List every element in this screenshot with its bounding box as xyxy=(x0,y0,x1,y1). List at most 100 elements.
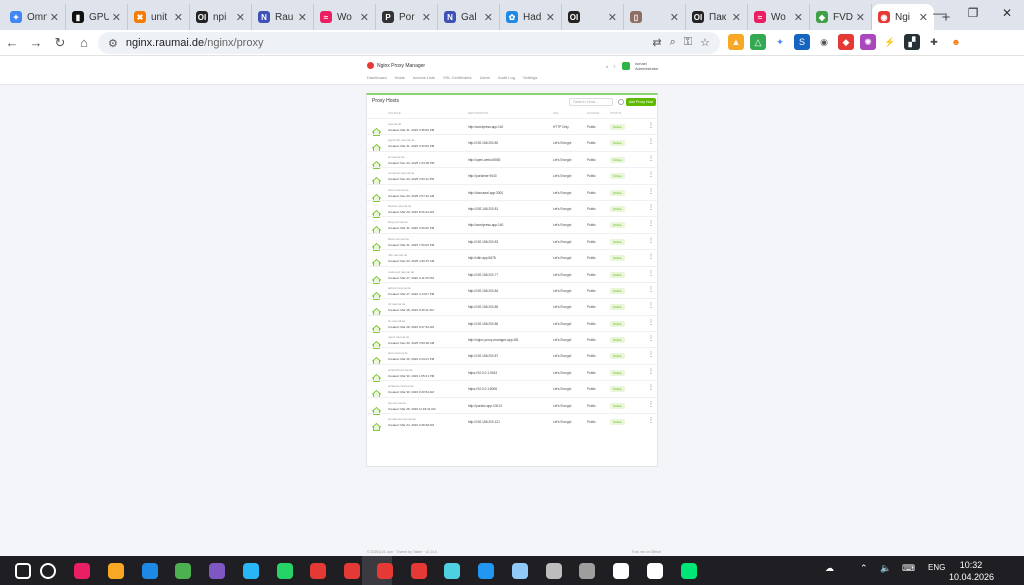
host-source[interactable]: n8n.raumai.de xyxy=(388,253,407,257)
zoom-icon[interactable]: ⌕ xyxy=(670,36,676,49)
search-icon[interactable] xyxy=(40,563,56,579)
tab-close-icon[interactable]: ✕ xyxy=(546,11,555,24)
language-indicator[interactable]: ENG xyxy=(928,563,945,572)
host-source[interactable]: sb.raumai.de xyxy=(388,319,405,323)
table-row[interactable]: flows.raumai.de Created: Mar 31, 2026 7:0… xyxy=(367,232,657,251)
extension-icon[interactable]: ▲ xyxy=(728,34,744,50)
host-source[interactable]: ai.raumai.de xyxy=(388,155,405,159)
host-source[interactable]: flowise.raumai.de xyxy=(388,204,411,208)
table-row[interactable]: wp.raumai.de Created: Mar 28, 2026 11:18:… xyxy=(367,396,657,415)
tab-close-icon[interactable]: ✕ xyxy=(422,11,431,24)
volume-icon[interactable]: 🔈 xyxy=(880,563,891,574)
chrome-icon[interactable] xyxy=(344,563,360,579)
header-user[interactable]: ◐ ☾ Ismael Administrator xyxy=(606,61,659,71)
viber-icon[interactable] xyxy=(209,563,225,579)
tray-chevron-icon[interactable]: ⌃ xyxy=(860,563,868,574)
browser-tab[interactable]: OI Пак ✕ xyxy=(686,4,748,30)
t-app-icon[interactable] xyxy=(613,563,629,579)
extension-icon[interactable]: ◆ xyxy=(838,34,854,50)
nav-item[interactable]: SSL Certificates xyxy=(443,75,472,80)
restore-icon[interactable]: ❐ xyxy=(956,6,990,20)
tab-close-icon[interactable]: ✕ xyxy=(360,11,369,24)
tab-close-icon[interactable]: ✕ xyxy=(236,11,245,24)
browser-tab[interactable]: ✖ unit ✕ xyxy=(128,4,190,30)
search-input[interactable]: Search Host… xyxy=(569,98,613,106)
app-icon[interactable] xyxy=(579,563,595,579)
extension-icon[interactable]: S xyxy=(794,34,810,50)
table-row[interactable]: blog.raumai.de Created: Mar 31, 2026 4:29… xyxy=(367,216,657,235)
nav-item[interactable]: Dashboard xyxy=(367,75,387,80)
host-source[interactable]: blog.raumai.de xyxy=(388,220,408,224)
row-menu-icon[interactable]: ⋮ xyxy=(648,172,654,178)
row-menu-icon[interactable]: ⋮ xyxy=(648,123,654,129)
tab-close-icon[interactable]: ✕ xyxy=(856,11,865,24)
browser-tab[interactable]: OI ✕ xyxy=(562,4,624,30)
table-row[interactable]: n8n.raumai.de Created: Dec 20, 2025 4:36:… xyxy=(367,249,657,267)
table-row[interactable]: ai.raumai.de Created: Dec 20, 2025 1:23:0… xyxy=(367,150,657,169)
add-proxy-host-button[interactable]: Add Proxy Host xyxy=(626,98,656,106)
nav-item[interactable]: Settings xyxy=(523,75,537,80)
row-menu-icon[interactable]: ⋮ xyxy=(648,385,654,391)
whatsapp-icon[interactable] xyxy=(277,563,293,579)
forward-icon[interactable]: → xyxy=(24,35,48,50)
table-row[interactable]: docs.raumai.de Created: Dec 20, 2025 2:57… xyxy=(367,183,657,202)
row-menu-icon[interactable]: ⋮ xyxy=(648,238,654,244)
tab-close-icon[interactable]: ✕ xyxy=(112,11,121,24)
browser-tab[interactable]: ▯ ✕ xyxy=(624,4,686,30)
chrome-icon[interactable] xyxy=(310,563,326,579)
taskbar-clock[interactable]: 10:32 10.04.2026 xyxy=(949,559,994,583)
table-row[interactable]: sb.raumai.de Created: Mar 28, 2026 9:47:3… xyxy=(367,314,657,333)
keyboard-icon[interactable]: ⌨ xyxy=(902,563,915,574)
extension-icon[interactable]: ✦ xyxy=(772,34,788,50)
table-row[interactable]: appsmith.raumai.de Created: Mar 31, 2026 … xyxy=(367,134,657,153)
bookmark-star-icon[interactable]: ☆ xyxy=(700,36,710,49)
reload-icon[interactable]: ↻ xyxy=(48,35,72,51)
photos-icon[interactable] xyxy=(74,563,90,579)
chrome-icon[interactable] xyxy=(377,563,393,579)
tab-close-icon[interactable]: ✕ xyxy=(608,11,617,24)
table-row[interactable]: qdrant.raumai.de Created: Mar 27, 2026 4:… xyxy=(367,281,657,300)
row-menu-icon[interactable]: ⋮ xyxy=(648,205,654,211)
host-source[interactable]: wordpress.raumai.de xyxy=(388,417,416,421)
table-row[interactable]: spin.raumai.de Created: Mar 26, 2026 2:44… xyxy=(367,347,657,366)
row-menu-icon[interactable]: ⋮ xyxy=(648,221,654,227)
nav-item[interactable]: Audit Log xyxy=(498,75,515,80)
host-source[interactable]: appsmith.raumai.de xyxy=(388,138,414,142)
minimize-icon[interactable]: — xyxy=(922,6,956,20)
table-row[interactable]: wordpress.raumai.de Created: Mar 24, 2026… xyxy=(367,413,657,431)
camera-icon[interactable]: ◉ xyxy=(816,34,832,50)
browser-tab[interactable]: N Gal ✕ xyxy=(438,4,500,30)
host-source[interactable]: spin.raumai.de xyxy=(388,351,408,355)
app-icon[interactable] xyxy=(681,563,697,579)
row-menu-icon[interactable]: ⋮ xyxy=(648,320,654,326)
tab-close-icon[interactable]: ✕ xyxy=(50,11,59,24)
home-icon[interactable]: ⌂ xyxy=(72,35,96,50)
app-icon[interactable] xyxy=(478,563,494,579)
row-menu-icon[interactable]: ⋮ xyxy=(648,303,654,309)
chrome-icon[interactable] xyxy=(411,563,427,579)
translate-icon[interactable]: ⇄ xyxy=(652,36,661,49)
app-brand[interactable]: Nginx Proxy Manager xyxy=(367,62,425,69)
tab-close-icon[interactable]: ✕ xyxy=(484,11,493,24)
app-icon[interactable] xyxy=(512,563,528,579)
table-row[interactable]: windmill.raumai.de Created: Mar 30, 2026 … xyxy=(367,363,657,382)
drive-icon[interactable]: △ xyxy=(750,34,766,50)
footer-github-link[interactable]: Fork me on Github xyxy=(632,550,661,554)
row-menu-icon[interactable]: ⋮ xyxy=(648,139,654,145)
notepad-icon[interactable] xyxy=(444,563,460,579)
host-source[interactable]: s3.raumai.de xyxy=(388,302,405,306)
browser-tab[interactable]: ◆ FVD ✕ xyxy=(810,4,872,30)
row-menu-icon[interactable]: ⋮ xyxy=(648,352,654,358)
browser-tab[interactable]: ▮ GPU ✕ xyxy=(66,4,128,30)
back-icon[interactable]: ← xyxy=(0,35,24,50)
row-menu-icon[interactable]: ⋮ xyxy=(648,336,654,342)
row-menu-icon[interactable]: ⋮ xyxy=(648,156,654,162)
start-icon[interactable] xyxy=(15,563,31,579)
row-menu-icon[interactable]: ⋮ xyxy=(648,189,654,195)
browser-tab[interactable]: OI npi ✕ xyxy=(190,4,252,30)
table-row[interactable]: nginx.raumai.de Created: Dec 20, 2025 3:5… xyxy=(367,331,657,349)
tab-close-icon[interactable]: ✕ xyxy=(298,11,307,24)
tab-close-icon[interactable]: ✕ xyxy=(174,11,183,24)
host-source[interactable]: raumai.de xyxy=(388,122,401,126)
host-source[interactable]: nginx.raumai.de xyxy=(388,335,409,339)
